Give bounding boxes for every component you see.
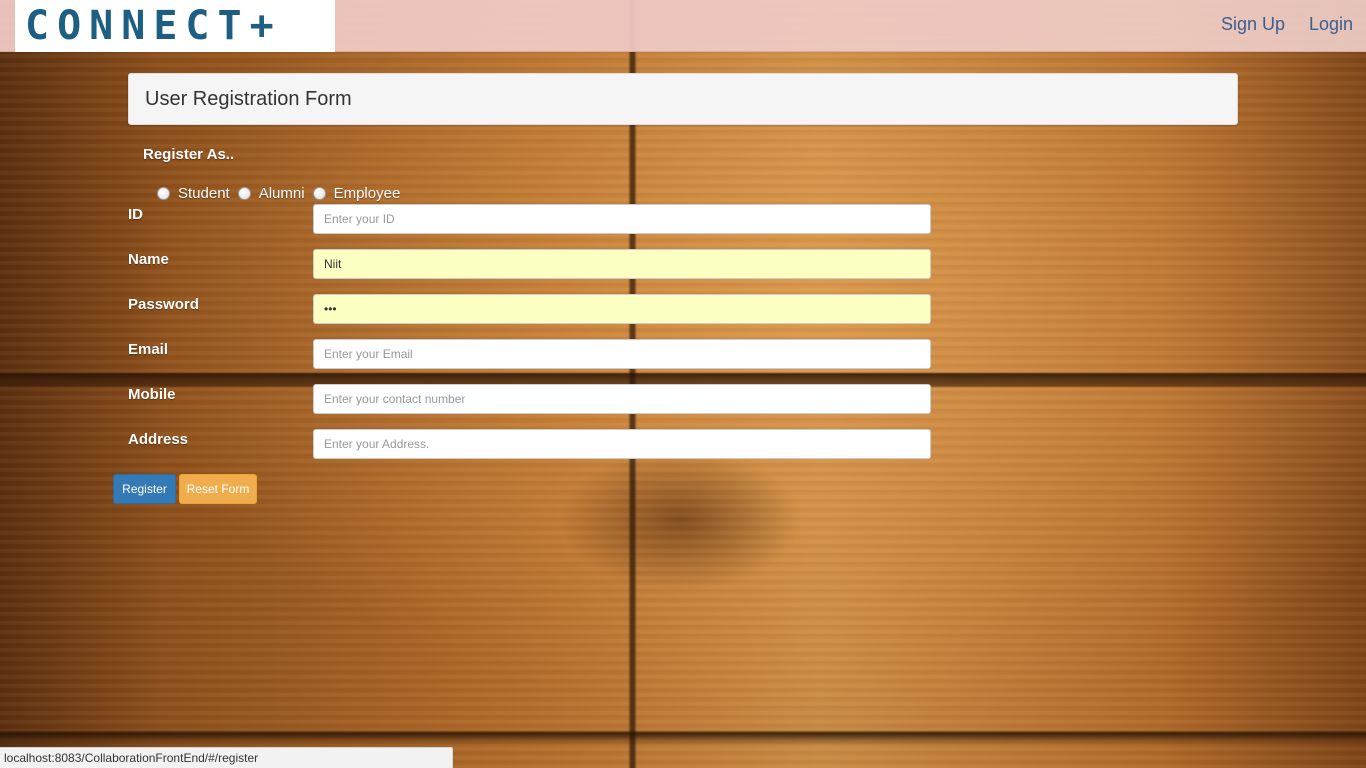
- name-field[interactable]: [313, 249, 931, 279]
- role-option-student[interactable]: Student: [157, 185, 230, 202]
- nav-login-link[interactable]: Login: [1309, 14, 1353, 35]
- employee-radio[interactable]: [312, 187, 326, 200]
- id-field[interactable]: [313, 204, 931, 234]
- employee-radio-label: Employee: [333, 185, 401, 202]
- address-label: Address: [128, 431, 189, 448]
- nav-signup-link[interactable]: Sign Up: [1221, 14, 1285, 35]
- mobile-label: Mobile: [128, 386, 176, 403]
- password-label: Password: [128, 296, 199, 313]
- email-field[interactable]: [313, 339, 931, 369]
- alumni-radio[interactable]: [237, 187, 251, 200]
- id-label: ID: [128, 206, 143, 223]
- password-field[interactable]: [313, 294, 931, 324]
- student-radio[interactable]: [157, 187, 170, 200]
- role-option-employee[interactable]: Employee: [312, 185, 401, 202]
- role-radio-group: Student Alumni Employee: [157, 185, 408, 202]
- address-field[interactable]: [313, 429, 931, 459]
- reset-form-button[interactable]: Reset Form: [179, 474, 257, 504]
- student-radio-label: Student: [178, 185, 230, 202]
- form-title: User Registration Form: [128, 73, 1238, 125]
- status-bar-url: localhost:8083/CollaborationFrontEnd/#/r…: [0, 747, 453, 768]
- logo[interactable]: CONNECT+: [15, 0, 335, 52]
- name-label: Name: [128, 251, 169, 268]
- mobile-field[interactable]: [313, 384, 931, 414]
- logo-text: CONNECT+: [25, 3, 282, 49]
- register-button[interactable]: Register: [113, 474, 176, 504]
- top-navbar: CONNECT+ Sign Up Login: [0, 0, 1366, 52]
- email-label: Email: [128, 341, 169, 358]
- role-option-alumni[interactable]: Alumni: [237, 185, 305, 202]
- register-as-label: Register As..: [143, 146, 235, 163]
- alumni-radio-label: Alumni: [258, 185, 305, 202]
